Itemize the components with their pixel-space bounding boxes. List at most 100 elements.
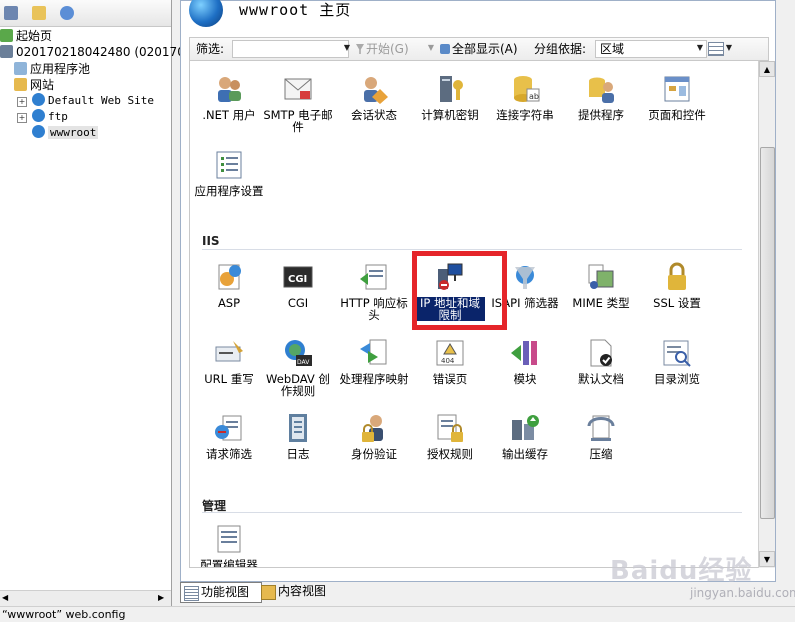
- filter-toolbar: 筛选: ▼ 开始(G) ▼ 全部显示(A) 分组依据: 区域 ▼ ▼: [189, 37, 769, 61]
- tree-item-ftp[interactable]: ftp: [32, 109, 68, 125]
- feature-compression[interactable]: 压缩: [566, 412, 636, 460]
- config-editor-icon: [213, 523, 245, 555]
- feature-directory-browsing[interactable]: 目录浏览: [642, 337, 712, 385]
- page-title: wwwroot 主页: [239, 1, 352, 19]
- scroll-right-icon[interactable]: ▶: [158, 593, 164, 602]
- feature-pages-controls[interactable]: 页面和控件: [642, 73, 712, 121]
- feature-asp[interactable]: ASP: [194, 261, 264, 309]
- tree-item-default-web-site[interactable]: Default Web Site: [32, 93, 154, 109]
- authorization-icon: [434, 412, 466, 444]
- tree-item-app-pools[interactable]: 应用程序池: [14, 61, 90, 77]
- scroll-up-icon[interactable]: ▲: [759, 61, 775, 77]
- feature-app-settings[interactable]: 应用程序设置: [194, 149, 264, 197]
- start-dropdown-icon[interactable]: ▼: [426, 40, 436, 56]
- feature-ip-domain-restrictions[interactable]: IP 地址和域限制: [415, 261, 485, 321]
- cgi-icon: CGI: [282, 261, 314, 293]
- features-grid: .NET 用户 SMTP 电子邮件 会话状态 计算机密钥 ab 连接字符串 提供…: [189, 61, 760, 568]
- output-caching-icon: [509, 412, 541, 444]
- group-by-label: 分组依据:: [534, 42, 587, 56]
- view-mode-dropdown-icon[interactable]: ▼: [724, 40, 734, 56]
- save-icon[interactable]: [4, 6, 18, 20]
- feature-modules[interactable]: 模块: [490, 337, 560, 385]
- pages-controls-icon: [661, 73, 693, 105]
- filter-input[interactable]: [232, 40, 349, 58]
- feature-isapi-filters[interactable]: ISAPI 筛选器: [490, 261, 560, 309]
- up-folder-icon[interactable]: [32, 6, 46, 20]
- tab-content-view[interactable]: 内容视图: [258, 582, 342, 601]
- site-globe-icon: [189, 0, 223, 27]
- tree-item-wwwroot[interactable]: wwwroot: [32, 125, 99, 141]
- feature-smtp-email[interactable]: SMTP 电子邮件: [263, 73, 333, 133]
- group-by-select[interactable]: 区域: [595, 40, 707, 58]
- filter-label: 筛选:: [196, 42, 225, 56]
- feature-http-response-headers[interactable]: HTTP 响应标头: [339, 261, 409, 321]
- features-view-icon: [184, 586, 199, 601]
- feature-mime-types[interactable]: MIME 类型: [566, 261, 636, 309]
- modules-icon: [509, 337, 541, 369]
- scroll-down-icon[interactable]: ▼: [759, 551, 775, 567]
- globe-icon: [32, 109, 45, 122]
- connection-strings-icon: ab: [509, 73, 541, 105]
- filter-dropdown-icon[interactable]: ▼: [342, 40, 352, 56]
- section-divider: [202, 249, 742, 250]
- expand-default-site-icon[interactable]: +: [17, 97, 27, 107]
- error-pages-icon: 404: [434, 337, 466, 369]
- app-pool-icon: [14, 62, 27, 75]
- tree-horizontal-scrollbar[interactable]: ◀ ▶: [0, 590, 171, 607]
- feature-configuration-editor[interactable]: 配置编辑器: [194, 523, 264, 567]
- group-by-dropdown-icon[interactable]: ▼: [695, 40, 705, 56]
- svg-text:404: 404: [441, 357, 455, 365]
- view-mode-icon[interactable]: [708, 42, 724, 56]
- feature-authorization-rules[interactable]: 授权规则: [415, 412, 485, 460]
- status-bar: “wwwroot” web.config: [0, 606, 795, 622]
- feature-session-state[interactable]: 会话状态: [339, 73, 409, 121]
- tree-item-sites[interactable]: 网站: [14, 77, 54, 93]
- start-page-icon: [0, 29, 13, 42]
- http-headers-icon: [358, 261, 390, 293]
- connections-toolbar: [0, 0, 171, 27]
- show-all-button[interactable]: 全部显示(A): [440, 41, 518, 57]
- tab-features-view[interactable]: 功能视图: [180, 582, 262, 603]
- feature-webdav-authoring[interactable]: DAV WebDAV 创作规则: [263, 337, 333, 397]
- feature-net-users[interactable]: .NET 用户: [194, 73, 264, 121]
- feature-authentication[interactable]: 身份验证: [339, 412, 409, 460]
- feature-machine-key[interactable]: 计算机密钥: [415, 73, 485, 121]
- page-header: wwwroot 主页: [181, 0, 775, 31]
- connect-icon[interactable]: [60, 6, 74, 20]
- isapi-filters-icon: [509, 261, 541, 293]
- start-filter-button[interactable]: 开始(G): [356, 41, 409, 57]
- show-all-icon: [440, 44, 450, 54]
- section-divider: [202, 512, 742, 513]
- feature-logging[interactable]: 日志: [263, 412, 333, 460]
- feature-error-pages[interactable]: 404 错误页: [415, 337, 485, 385]
- feature-request-filtering[interactable]: 请求筛选: [194, 412, 264, 460]
- feature-default-document[interactable]: 默认文档: [566, 337, 636, 385]
- expand-ftp-icon[interactable]: +: [17, 113, 27, 123]
- svg-text:DAV: DAV: [297, 359, 310, 366]
- feature-connection-strings[interactable]: ab 连接字符串: [490, 73, 560, 121]
- asp-icon: [213, 261, 245, 293]
- email-icon: [282, 73, 314, 105]
- features-vertical-scrollbar[interactable]: ▲ ▼: [758, 61, 775, 568]
- providers-icon: [585, 73, 617, 105]
- scroll-left-icon[interactable]: ◀: [2, 593, 8, 602]
- feature-providers[interactable]: 提供程序: [566, 73, 636, 121]
- feature-ssl-settings[interactable]: SSL 设置: [642, 261, 712, 309]
- feature-handler-mappings[interactable]: 处理程序映射: [339, 337, 409, 385]
- svg-text:CGI: CGI: [288, 274, 307, 285]
- handler-mappings-icon: [358, 337, 390, 369]
- machine-key-icon: [434, 73, 466, 105]
- tree-item-start-page[interactable]: 起始页: [0, 28, 52, 44]
- feature-output-caching[interactable]: 输出缓存: [490, 412, 560, 460]
- feature-url-rewrite[interactable]: URL 重写: [194, 337, 264, 385]
- feature-cgi[interactable]: CGI CGI: [263, 261, 333, 309]
- users-icon: [213, 73, 245, 105]
- globe-icon: [32, 93, 45, 106]
- status-text: “wwwroot” web.config: [2, 608, 126, 621]
- app-settings-icon: [213, 149, 245, 181]
- scrollbar-thumb[interactable]: [760, 147, 775, 519]
- tree-item-server[interactable]: 020170218042480 (020170218: [0, 44, 208, 60]
- sites-folder-icon: [14, 78, 27, 91]
- svg-text:ab: ab: [529, 92, 539, 101]
- webdav-icon: DAV: [282, 337, 314, 369]
